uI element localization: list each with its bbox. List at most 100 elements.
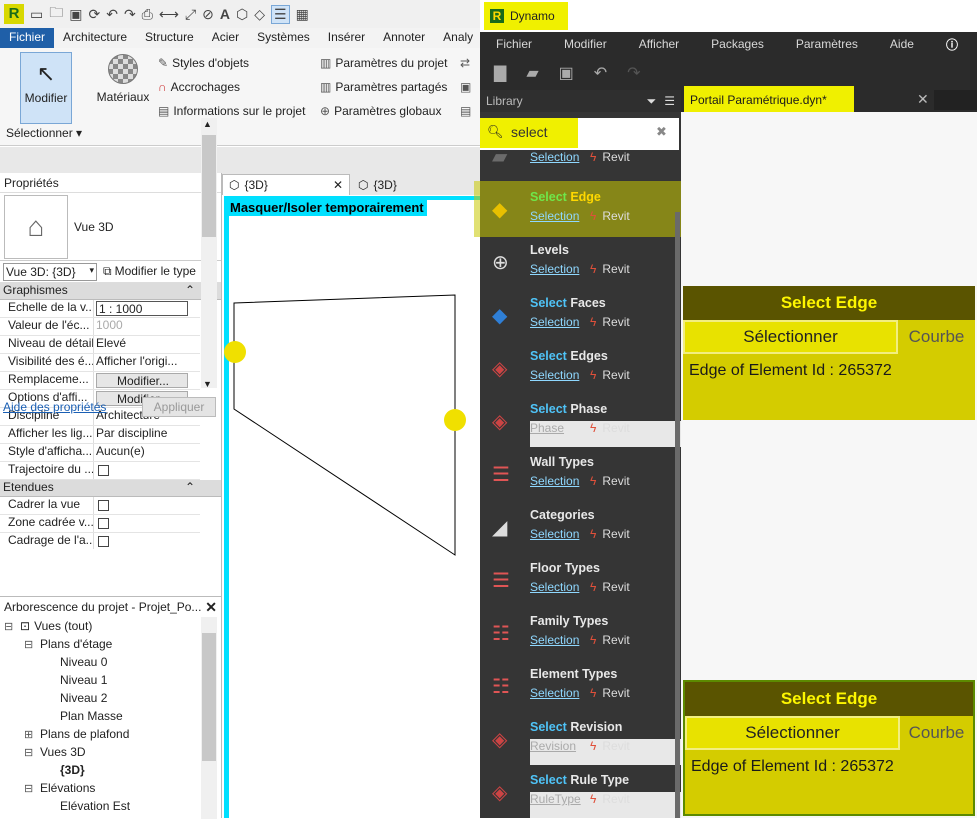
project-info-button[interactable]: ▤ Informations sur le projet [158,104,305,118]
selected-edge-shape[interactable] [233,294,456,556]
library-item-category[interactable]: Selection [530,150,579,164]
open-icon[interactable]: ▭ [30,6,43,23]
library-item[interactable]: ◈ Select Phase Phase ϟ Revit [484,393,977,447]
tree-item[interactable]: Niveau 1 [0,671,221,689]
library-item[interactable]: ☷ Element Types Selection ϟ Revit [484,658,674,711]
windows-icon[interactable]: ▦ [296,6,309,23]
section-icon[interactable]: ◇ [254,6,265,23]
tab-3d-active[interactable]: ⬡ {3D} ✕ [222,174,350,195]
tree-item[interactable]: {3D} [0,761,221,779]
apply-button[interactable]: Appliquer [142,397,216,417]
close-icon[interactable]: ✕ [333,178,343,192]
edge-geometry[interactable] [222,195,480,818]
list-view-icon[interactable]: ☰ [664,94,675,109]
library-scrollbar[interactable] [675,212,680,818]
extra-ribbon-icon-3[interactable]: ▤ [460,104,471,118]
checkbox[interactable] [98,500,109,511]
library-item[interactable]: ◆ Select Faces Selection ϟ Revit [484,287,674,340]
property-value[interactable] [94,462,200,479]
folder-icon[interactable]: 🗀 [49,2,63,26]
extra-ribbon-icon-1[interactable]: ⇄ [460,56,470,70]
thin-lines-icon[interactable]: ☰ [271,4,290,24]
search-input[interactable]: select [511,124,548,140]
library-item[interactable]: ▰ Selection ϟ Revit [484,144,674,174]
save-icon[interactable]: ▣ [69,6,82,23]
snaps-button[interactable]: ∩ Accrochages [158,80,240,94]
print-icon[interactable]: ⎙ [142,6,153,23]
undo-icon[interactable]: ↶ [106,6,118,23]
dyn-menu-parametres[interactable]: Paramètres [780,37,874,51]
sync-icon[interactable]: ⟳ [88,6,100,23]
extra-ribbon-icon-2[interactable]: ▣ [460,80,471,94]
dyn-menu-aide[interactable]: Aide [874,37,930,51]
property-value[interactable] [94,533,200,549]
library-item[interactable]: ☷ Family Types Selection ϟ Revit [484,605,674,658]
tree-item[interactable]: ⊟ Vues 3D [0,743,221,761]
menu-fichier[interactable]: Fichier [0,28,55,48]
dyn-menu-fichier[interactable]: Fichier [480,37,548,51]
library-item-category[interactable]: Selection [530,315,579,329]
node-title[interactable]: Select Edge [685,682,973,716]
library-item[interactable]: ◆ Select Edge Selection ϟ Revit [484,181,674,234]
redo-icon[interactable]: ↷ [124,6,136,23]
save-icon[interactable]: ▣ [559,63,574,83]
tree-scroll-thumb[interactable] [202,633,216,761]
expand-toggle-icon[interactable]: ⊟ [4,620,20,633]
property-value[interactable] [94,497,200,514]
dyn-menu-modifier[interactable]: Modifier [548,37,623,51]
property-value[interactable]: Modifier... [96,373,188,388]
library-item[interactable]: ◈ Select Rule Type RuleType ϟ Revit [484,764,977,818]
property-value[interactable]: 1000 [94,318,200,335]
tree-item[interactable]: ⊞ Plans de plafond [0,725,221,743]
select-button[interactable]: Sélectionner [683,320,898,354]
library-item[interactable]: ☰ Floor Types Selection ϟ Revit [484,552,674,605]
type-selector[interactable]: ⌂ Vue 3D ▼ [0,193,221,261]
expand-toggle-icon[interactable]: ⊞ [24,728,40,741]
library-item-category[interactable]: Selection [530,527,579,541]
menu-analyser[interactable]: Analy [434,28,482,48]
workspace-tab[interactable]: Portail Paramétrique.dyn* [684,86,854,113]
menu-systemes[interactable]: Systèmes [248,28,319,48]
checkbox[interactable] [98,518,109,529]
property-value[interactable] [94,515,200,532]
tree-item[interactable]: Niveau 2 [0,689,221,707]
properties-help-link[interactable]: Aide des propriétés [3,400,106,414]
library-item-category[interactable]: Selection [530,368,579,382]
property-value[interactable]: Par discipline [94,426,200,443]
library-item-category[interactable]: Selection [530,474,579,488]
close-icon[interactable]: ✕ [917,91,929,108]
node-title[interactable]: Select Edge [683,286,975,320]
tree-item[interactable]: Plan Masse [0,707,221,725]
3d-view-icon[interactable]: ⬡ [236,6,248,23]
expand-toggle-icon[interactable]: ⊟ [24,638,40,651]
new-file-icon[interactable]: ▇ [494,63,506,83]
output-port[interactable]: Courbe [898,320,975,354]
menu-architecture[interactable]: Architecture [54,28,136,48]
materials-button[interactable]: Matériaux [96,54,150,104]
tree-item[interactable]: ⊟ Plans d'étage [0,635,221,653]
global-params-button[interactable]: ⊕ Paramètres globaux [320,104,441,118]
modify-button[interactable]: ↖ Modifier [20,52,72,124]
clear-search-icon[interactable]: ✖ [656,124,667,140]
menu-inserer[interactable]: Insérer [319,28,374,48]
select-edge-node[interactable]: Select Edge Sélectionner Courbe Edge of E… [683,680,975,816]
checkbox[interactable] [98,465,109,476]
text-icon[interactable]: A [220,6,230,22]
expand-toggle-icon[interactable]: ⊟ [24,746,40,759]
library-item-category[interactable]: Selection [530,580,579,594]
property-value[interactable]: Aucun(e) [94,444,200,461]
properties-scroll-thumb[interactable] [202,135,216,237]
revit-logo[interactable]: R [4,4,24,24]
tree-item[interactable]: ⊟ Elévations [0,779,221,797]
project-params-button[interactable]: ▥ Paramètres du projet [320,56,447,70]
library-item[interactable]: ☰ Wall Types Selection ϟ Revit [484,446,674,499]
tree-item[interactable]: Niveau 0 [0,653,221,671]
section-extents[interactable]: Etendues ⌃ [0,480,221,497]
section-graphics[interactable]: Graphismes ⌃ [0,283,221,300]
measure-icon[interactable]: ⟷ [159,6,179,23]
property-value[interactable]: 1 : 1000 [96,301,188,316]
tab-3d-second[interactable]: ⬡ {3D} [352,174,480,195]
library-item[interactable]: ◢ Categories Selection ϟ Revit [484,499,674,552]
close-icon[interactable]: ✕ [205,599,217,616]
tree-item[interactable]: Elévation Est [0,797,221,815]
